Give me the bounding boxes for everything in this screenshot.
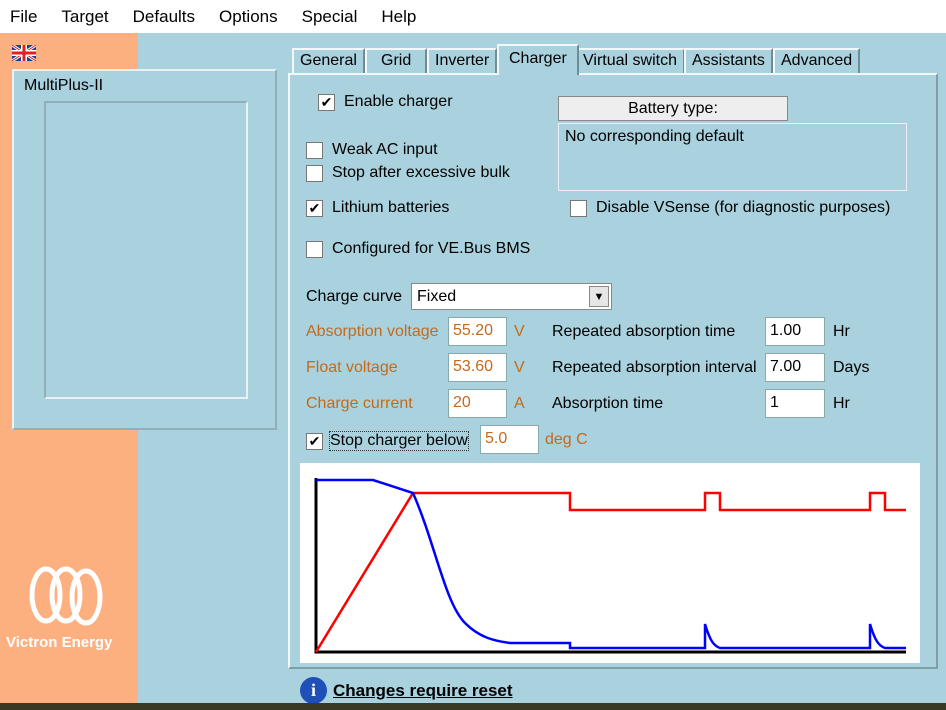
voltage-line	[314, 491, 906, 653]
stop-bulk-checkbox[interactable]: Stop after excessive bulk	[306, 164, 510, 182]
absorption-voltage-unit: V	[514, 323, 525, 340]
charge-curve-select[interactable]: Fixed ▼	[411, 283, 612, 310]
device-panel: MultiPlus-II	[12, 69, 277, 430]
stop-below-unit: deg C	[545, 431, 588, 448]
charge-current-label: Charge current	[306, 395, 413, 412]
menu-help[interactable]: Help	[381, 7, 416, 27]
float-voltage-input[interactable]: 53.60	[448, 353, 507, 382]
brand-name: Victron Energy	[6, 634, 113, 651]
float-voltage-unit: V	[514, 359, 525, 376]
chevron-down-icon[interactable]: ▼	[589, 286, 609, 307]
changes-require-reset-link[interactable]: i Changes require reset	[300, 677, 513, 704]
lithium-checkbox[interactable]: ✔ Lithium batteries	[306, 199, 449, 217]
tab-advanced[interactable]: Advanced	[773, 48, 861, 75]
checkbox-checked[interactable]: ✔	[306, 432, 323, 450]
menu-defaults[interactable]: Defaults	[133, 7, 195, 27]
checkbox-unchecked[interactable]	[570, 199, 587, 217]
checkbox-unchecked[interactable]	[306, 240, 323, 258]
menu-target[interactable]: Target	[61, 7, 108, 27]
charge-curve-chart	[300, 463, 920, 663]
stop-below-checkbox[interactable]: ✔ Stop charger below	[306, 431, 469, 451]
rep-abs-time-input[interactable]: 1.00	[765, 317, 825, 346]
checkbox-unchecked[interactable]	[306, 164, 323, 182]
tab-general[interactable]: General	[292, 48, 365, 75]
chart-axes	[314, 478, 906, 654]
float-voltage-label: Float voltage	[306, 359, 398, 376]
tab-charger[interactable]: Charger	[497, 44, 579, 75]
disable-vsense-checkbox[interactable]: Disable VSense (for diagnostic purposes)	[570, 199, 890, 217]
charge-current-unit: A	[514, 395, 525, 412]
menu-options[interactable]: Options	[219, 7, 278, 27]
rep-abs-time-unit: Hr	[833, 323, 850, 340]
tab-assistants[interactable]: Assistants	[684, 48, 773, 75]
rep-abs-interval-input[interactable]: 7.00	[765, 353, 825, 382]
absorption-voltage-label: Absorption voltage	[306, 323, 439, 340]
battery-type-button[interactable]: Battery type:	[558, 96, 788, 121]
stop-below-input[interactable]: 5.0	[480, 425, 539, 454]
victron-logo-icon	[29, 566, 103, 626]
rep-abs-time-label: Repeated absorption time	[552, 323, 736, 340]
tab-virtual-switch[interactable]: Virtual switch	[575, 48, 685, 75]
checkbox-checked[interactable]: ✔	[318, 93, 335, 111]
checkbox-checked[interactable]: ✔	[306, 199, 323, 217]
rep-abs-interval-label: Repeated absorption interval	[552, 359, 757, 376]
charge-current-input[interactable]: 20	[448, 389, 507, 418]
uk-flag-icon[interactable]	[11, 43, 37, 63]
tab-grid[interactable]: Grid	[365, 48, 428, 75]
charge-curve-label: Charge curve	[306, 288, 403, 305]
vebus-bms-checkbox[interactable]: Configured for VE.Bus BMS	[306, 240, 530, 258]
abs-time-input[interactable]: 1	[765, 389, 825, 418]
enable-charger-checkbox[interactable]: ✔ Enable charger	[318, 93, 453, 111]
absorption-voltage-input[interactable]: 55.20	[448, 317, 507, 346]
desktop-strip	[0, 703, 946, 710]
checkbox-unchecked[interactable]	[306, 141, 323, 159]
rep-abs-interval-unit: Days	[833, 359, 870, 376]
charge-curve-value: Fixed	[417, 288, 457, 305]
device-list[interactable]	[44, 101, 248, 399]
menu-bar: File Target Defaults Options Special Hel…	[0, 0, 946, 33]
weak-ac-checkbox[interactable]: Weak AC input	[306, 141, 438, 159]
battery-type-text: No corresponding default	[558, 123, 907, 191]
footer-text[interactable]: Changes require reset	[333, 681, 513, 701]
menu-file[interactable]: File	[10, 7, 37, 27]
victron-logo: Victron Energy	[6, 565, 126, 651]
abs-time-label: Absorption time	[552, 395, 664, 412]
info-icon: i	[300, 677, 327, 704]
device-name: MultiPlus-II	[24, 77, 104, 94]
tab-inverter[interactable]: Inverter	[427, 48, 498, 75]
abs-time-unit: Hr	[833, 395, 850, 412]
menu-special[interactable]: Special	[302, 7, 358, 27]
